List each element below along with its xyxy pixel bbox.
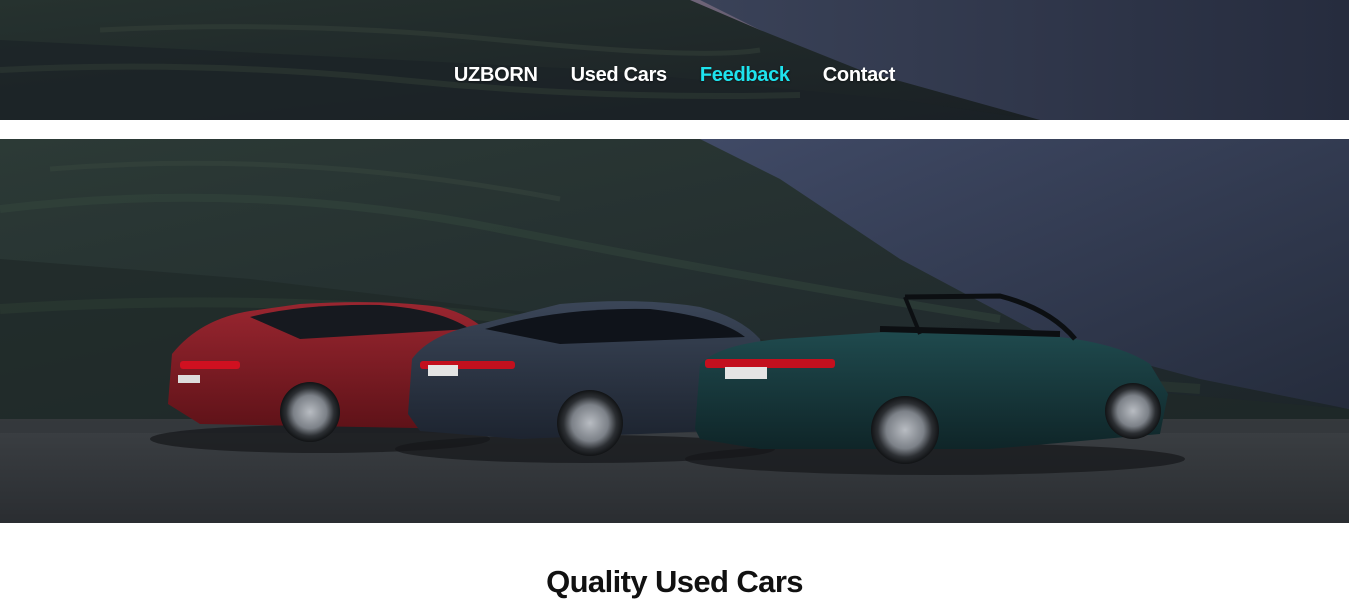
nav-link-contact[interactable]: Contact (823, 64, 896, 87)
section-title: Quality Used Cars (546, 564, 803, 599)
nav-link-uzborn[interactable]: UZBORN (454, 64, 538, 87)
hero-cars-image (0, 139, 1349, 523)
nav-link-feedback[interactable]: Feedback (700, 64, 790, 87)
nav-link-used-cars[interactable]: Used Cars (571, 64, 668, 87)
main-navigation: UZBORN Used Cars Feedback Contact (0, 60, 1349, 90)
page: UZBORN Used Cars Feedback Contact Qualit… (0, 0, 1349, 607)
site-header: UZBORN Used Cars Feedback Contact (0, 0, 1349, 120)
hero-banner (0, 139, 1349, 523)
